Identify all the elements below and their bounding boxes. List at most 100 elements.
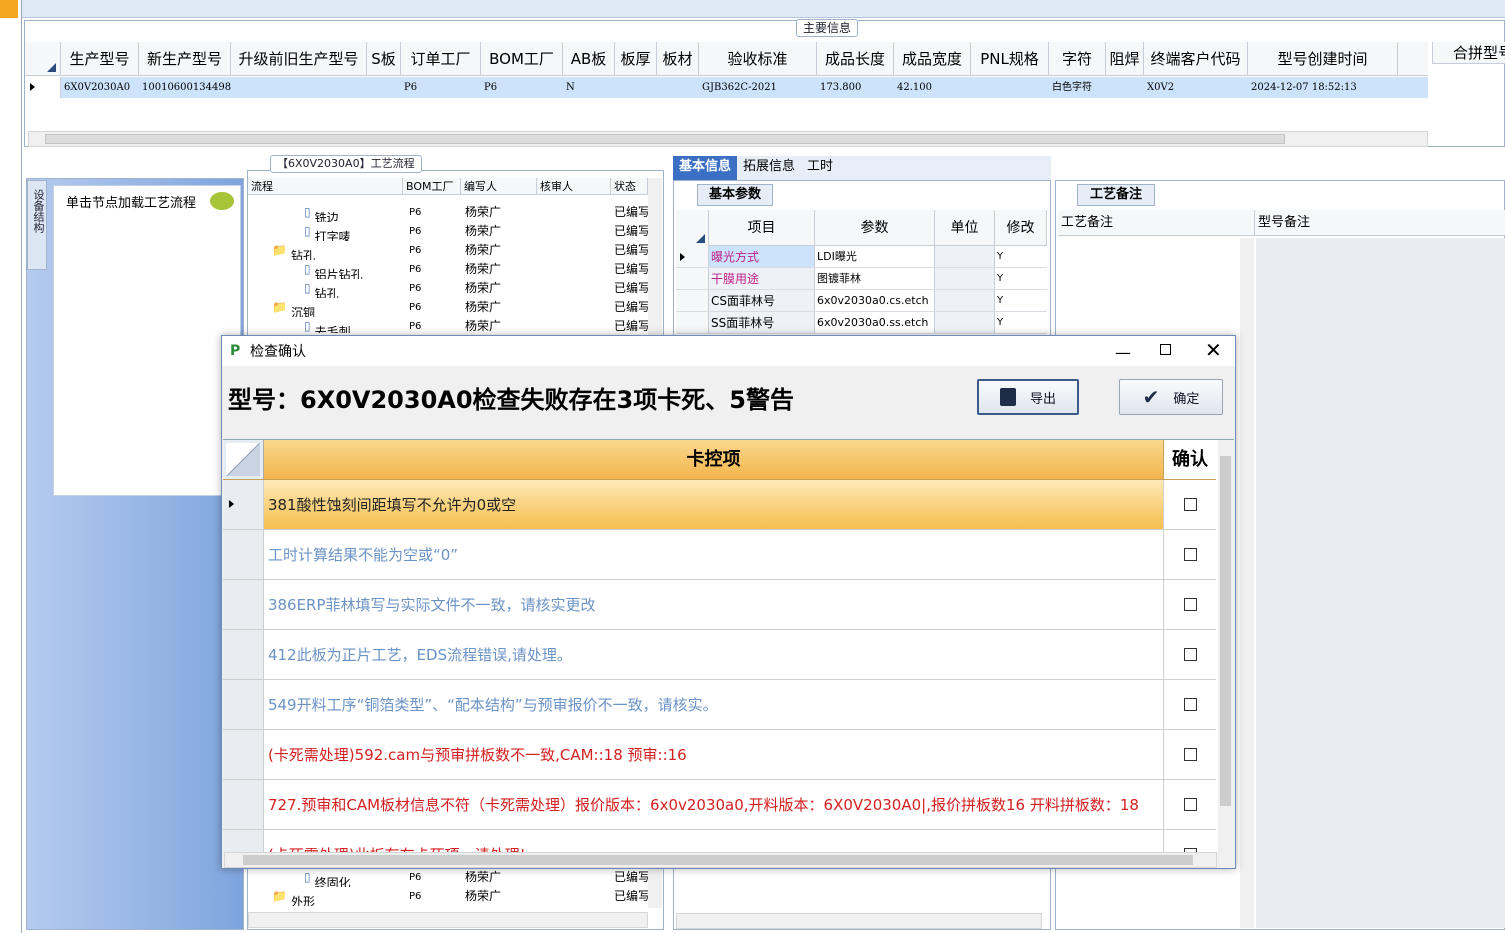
col-header[interactable]: 型号创建时间 xyxy=(1248,42,1398,75)
info-row[interactable]: 曝光方式 LDI曝光 Y xyxy=(676,246,1047,268)
flow-row[interactable]: ▯ 铝片钻孔 P6 杨荣广 已编写 xyxy=(248,260,648,279)
col-header[interactable]: 成品宽度 xyxy=(894,42,971,75)
flow-row[interactable]: 📁 沉铜 P6 杨荣广 已编写 xyxy=(248,298,648,317)
check-row[interactable]: (卡死需处理)592.cam与预审拼板数不一致,CAM::18 预审::16 xyxy=(223,730,1216,780)
col-header[interactable]: 订单工厂 xyxy=(401,42,481,75)
cell[interactable] xyxy=(657,77,699,98)
confirm-checkbox-cell[interactable] xyxy=(1164,680,1216,729)
flow-tree[interactable]: ▯ 铣边 P6 杨荣广 已编写 ▯ 打字唛 P6 杨荣广 已编写 📁 钻孔 P6 杨荣广 已编写 ▯ 铝片钻孔 P… xyxy=(248,203,648,333)
check-row[interactable]: 549开料工序“铜箔类型”、“配本结构”与预审报价不一致，请核实。 xyxy=(223,680,1216,730)
row-indicator[interactable] xyxy=(25,77,61,98)
col-header[interactable]: 升级前旧生产型号 xyxy=(231,42,367,75)
flow-row[interactable]: 📁 钻孔 P6 杨荣广 已编写 xyxy=(248,241,648,260)
cell[interactable]: 42.100 xyxy=(894,77,971,98)
info-col-header[interactable]: 单位 xyxy=(935,210,995,245)
confirm-checkbox[interactable] xyxy=(1183,548,1197,561)
cell[interactable]: P6 xyxy=(481,77,563,98)
confirm-checkbox-cell[interactable] xyxy=(1164,480,1216,529)
cell[interactable] xyxy=(971,77,1049,98)
flow-row[interactable]: ▯ 铣边 P6 杨荣广 已编写 xyxy=(248,203,648,222)
cell[interactable]: N xyxy=(563,77,615,98)
flow-row[interactable]: 📁 外形 P6 杨荣广 已编写 xyxy=(248,887,648,906)
flow-row[interactable]: ▯ 钻孔 P6 杨荣广 已编写 xyxy=(248,279,648,298)
dialog-hscrollbar[interactable] xyxy=(224,852,1217,868)
confirm-checkbox[interactable] xyxy=(1183,798,1197,811)
close-icon[interactable]: ✕ xyxy=(1205,338,1222,362)
row-selector[interactable] xyxy=(223,480,264,529)
cell[interactable]: 6X0V2030A0 xyxy=(61,77,139,98)
flow-hscrollbar[interactable] xyxy=(248,912,648,928)
info-grid-body[interactable]: 曝光方式 LDI曝光 Y 干膜用途 图镀菲林 Y CS面菲林号 6x0v2030a0.cs.e… xyxy=(676,246,1047,334)
confirm-checkbox[interactable] xyxy=(1183,598,1197,611)
cell[interactable]: 173.800 xyxy=(817,77,894,98)
info-col-header[interactable]: 项目 xyxy=(709,210,815,245)
row-selector[interactable] xyxy=(223,580,264,629)
check-vscrollbar[interactable] xyxy=(1218,440,1234,853)
col-header[interactable]: 成品长度 xyxy=(817,42,894,75)
check-row[interactable]: 412此板为正片工艺，EDS流程错误,请处理。 xyxy=(223,630,1216,680)
flow-col-header[interactable]: 编写人 xyxy=(461,178,537,194)
cell[interactable]: P6 xyxy=(401,77,481,98)
confirm-checkbox-cell[interactable] xyxy=(1164,830,1216,853)
flow-row[interactable]: ▯ 终固化 P6 杨荣广 已编写 xyxy=(248,868,648,887)
export-button[interactable]: 导出 xyxy=(977,379,1079,415)
tab-basic-info[interactable]: 基本信息 xyxy=(673,156,738,180)
info-row[interactable]: SS面菲林号 6x0v2030a0.ss.etch Y xyxy=(676,312,1047,334)
flow-tree-bottom[interactable]: ▯ 终固化 P6 杨荣广 已编写 📁 外形 P6 杨荣广 已编写 xyxy=(248,868,648,908)
row-selector[interactable] xyxy=(223,780,264,829)
flow-col-header[interactable]: 流程 xyxy=(248,178,403,194)
tab-work-hours[interactable]: 工时 xyxy=(801,156,839,180)
cell[interactable]: 10010600134498 xyxy=(139,77,231,98)
confirm-checkbox-cell[interactable] xyxy=(1164,780,1216,829)
confirm-checkbox-cell[interactable] xyxy=(1164,730,1216,779)
info-grid-corner[interactable] xyxy=(676,210,709,246)
subtab-basic-params[interactable]: 基本参数 xyxy=(697,184,773,206)
flow-col-header[interactable]: BOM工厂 xyxy=(403,178,461,194)
confirm-checkbox-cell[interactable] xyxy=(1164,630,1216,679)
check-grid-corner[interactable] xyxy=(223,440,264,479)
col-header[interactable]: PNL规格 xyxy=(971,42,1049,75)
info-row[interactable]: 干膜用途 图镀菲林 Y xyxy=(676,268,1047,290)
cell[interactable]: 2024-12-07 18:52:13 xyxy=(1248,77,1398,98)
confirm-checkbox-cell[interactable] xyxy=(1164,580,1216,629)
flow-col-header[interactable]: 状态 xyxy=(611,178,648,194)
info-col-header[interactable]: 修改 xyxy=(995,210,1047,245)
info-hscrollbar[interactable] xyxy=(676,913,1042,929)
maximize-icon[interactable] xyxy=(1160,344,1171,355)
col-header[interactable]: 生产型号 xyxy=(61,42,139,75)
confirm-button[interactable]: ✔ 确定 xyxy=(1119,379,1223,415)
confirm-checkbox-cell[interactable] xyxy=(1164,530,1216,579)
cell[interactable] xyxy=(615,77,657,98)
cell[interactable]: 白色字符 xyxy=(1049,77,1106,98)
check-row[interactable]: 727.预审和CAM板材信息不符（卡死需处理）报价版本：6x0v2030a0,开… xyxy=(223,780,1216,830)
cell[interactable] xyxy=(367,77,401,98)
col-header[interactable]: 终端客户代码 xyxy=(1144,42,1248,75)
col-header[interactable]: 板厚 xyxy=(615,42,657,75)
confirm-checkbox[interactable] xyxy=(1183,648,1197,661)
grid-corner[interactable] xyxy=(25,42,61,76)
row-selector[interactable] xyxy=(223,730,264,779)
col-header[interactable]: 字符 xyxy=(1049,42,1106,75)
col-header[interactable]: 阻焊 xyxy=(1106,42,1144,75)
main-grid-row[interactable]: 6X0V2030A0 10010600134498 P6 P6 N GJB362C-202… xyxy=(61,77,1428,98)
col-header[interactable]: 板材 xyxy=(657,42,699,75)
remarks-tab[interactable]: 工艺备注 xyxy=(1077,184,1155,206)
row-indicator[interactable] xyxy=(676,268,709,289)
col-header[interactable]: 验收标准 xyxy=(699,42,817,75)
col-header[interactable]: S板 xyxy=(367,42,401,75)
cell[interactable] xyxy=(1106,77,1144,98)
info-row[interactable]: CS面菲林号 6x0v2030a0.cs.etch Y xyxy=(676,290,1047,312)
row-indicator[interactable] xyxy=(676,290,709,311)
row-indicator[interactable] xyxy=(676,246,709,267)
row-indicator[interactable] xyxy=(676,312,709,333)
check-row[interactable]: (卡死需处理)此板存在卡死项，请处理! xyxy=(223,830,1216,853)
vertical-tab[interactable]: 设备结构 xyxy=(27,180,47,270)
row-selector[interactable] xyxy=(223,680,264,729)
col-header[interactable]: 新生产型号 xyxy=(139,42,231,75)
row-selector[interactable] xyxy=(223,530,264,579)
check-row[interactable]: 386ERP菲林填写与实际文件不一致，请核实更改 xyxy=(223,580,1216,630)
tab-extended-info[interactable]: 拓展信息 xyxy=(737,156,801,180)
check-row[interactable]: 381酸性蚀刻间距填写不允许为0或空 xyxy=(223,480,1216,530)
cell[interactable]: GJB362C-2021 xyxy=(699,77,817,98)
minimize-icon[interactable]: — xyxy=(1115,343,1131,362)
